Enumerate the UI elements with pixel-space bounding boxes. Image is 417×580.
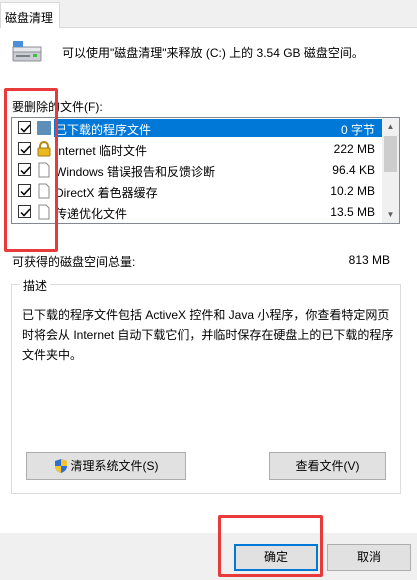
tab-disk-cleanup[interactable]: 磁盘清理 [0,2,60,28]
list-item-size: 10.2 MB [330,184,375,198]
list-item-label: Windows 错误报告和反馈诊断 96.4 KB [55,163,375,179]
drive-icon [12,41,42,62]
scroll-down-icon[interactable]: ▼ [382,206,399,223]
list-scrollbar[interactable]: ▲ ▼ [382,118,399,223]
list-item[interactable]: Internet 临时文件 222 MB [12,139,383,160]
cleanup-system-files-label: 清理系统文件(S) [70,459,159,473]
highlight-box-ok [218,515,323,577]
shield-icon [54,459,67,473]
total-space-label: 可获得的磁盘空间总量: [12,255,136,269]
description-title: 描述 [20,277,51,294]
list-item[interactable]: 传递优化文件 13.5 MB [12,202,383,223]
list-item[interactable]: 已下载的程序文件 0 字节 [12,118,383,139]
disk-cleanup-panel: 可以使用"磁盘清理"来释放 (C:) 上的 3.54 GB 磁盘空间。 要删除的… [0,27,417,533]
scroll-thumb[interactable] [384,136,397,172]
total-space-value: 813 MB [348,253,390,267]
view-files-button[interactable]: 查看文件(V) [269,452,386,480]
list-item-label: 传递优化文件 13.5 MB [55,205,375,221]
list-item-size: 0 字节 [340,123,375,137]
scroll-up-icon[interactable]: ▲ [382,118,399,135]
header-text: 可以使用"磁盘清理"来释放 (C:) 上的 3.54 GB 磁盘空间。 [62,46,364,60]
list-item-label: DirectX 着色器缓存 10.2 MB [55,184,375,200]
list-item[interactable]: Windows 错误报告和反馈诊断 96.4 KB [12,160,383,181]
list-item-size: 96.4 KB [332,163,375,177]
cleanup-system-files-button[interactable]: 清理系统文件(S) [26,452,186,480]
tab-strip: 磁盘清理 [0,0,417,28]
description-text: 已下载的程序文件包括 ActiveX 控件和 Java 小程序，你查看特定网页时… [22,308,394,362]
list-item-label: 已下载的程序文件 0 字节 [54,119,383,137]
cancel-button[interactable]: 取消 [327,544,411,571]
list-item[interactable]: DirectX 着色器缓存 10.2 MB [12,181,383,202]
list-item-size: 222 MB [333,142,375,156]
list-item-label: Internet 临时文件 222 MB [55,142,375,158]
highlight-box-checkboxes [4,88,58,252]
file-list[interactable]: 已下载的程序文件 0 字节 Internet 临时文件 222 MB Windo… [11,117,400,224]
list-item-size: 13.5 MB [330,205,375,219]
